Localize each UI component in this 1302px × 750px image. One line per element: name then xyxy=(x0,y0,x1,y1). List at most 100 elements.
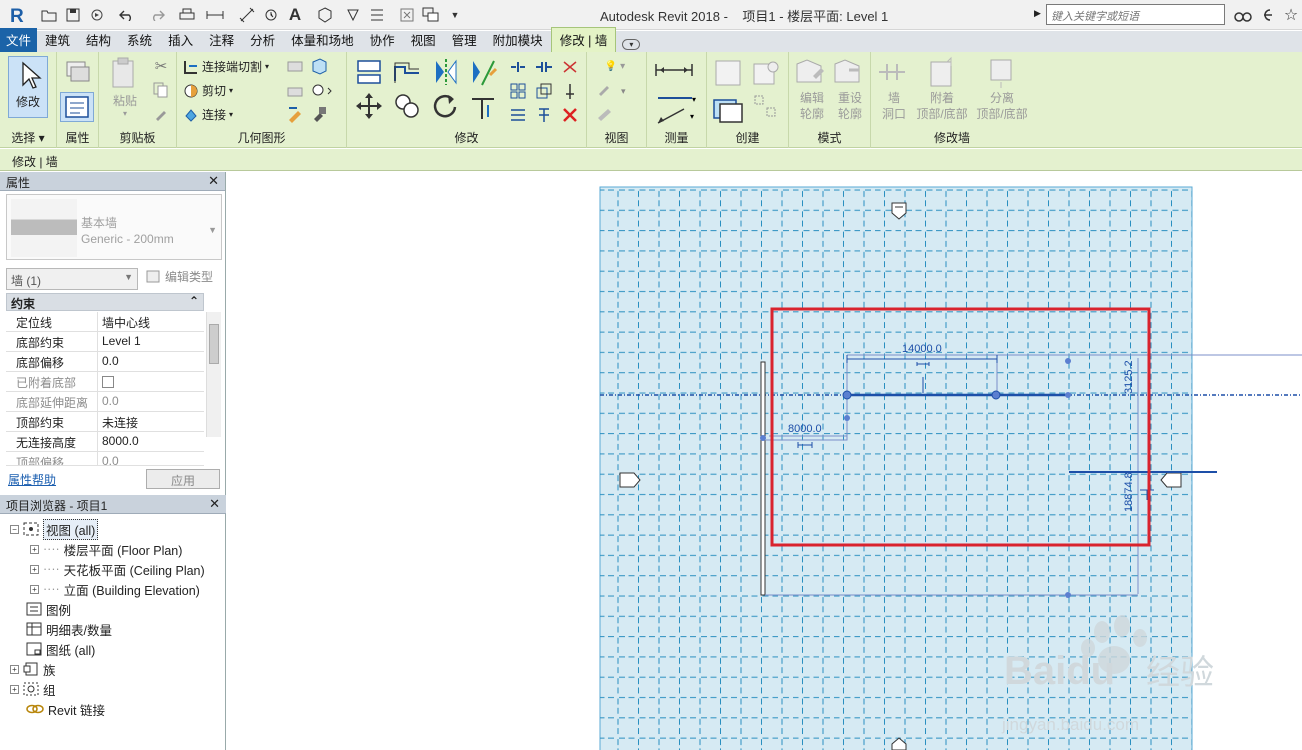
cut-icon[interactable]: ✂ xyxy=(151,56,171,76)
measure-icon[interactable] xyxy=(204,4,226,26)
subscription-icon[interactable] xyxy=(1256,4,1278,26)
type-selector[interactable]: 基本墙 Generic - 200mm ▼ xyxy=(6,194,222,260)
hide-element-icon[interactable]: 💡 ▾ xyxy=(593,56,637,76)
create-group-icon[interactable] xyxy=(751,92,781,122)
linework-icon[interactable] xyxy=(593,104,617,124)
delete-icon[interactable] xyxy=(559,104,581,126)
properties-close-icon[interactable]: ✕ xyxy=(208,173,219,189)
tab-analyze[interactable]: 分析 xyxy=(242,28,283,52)
tree-schedules[interactable]: 明细表/数量 xyxy=(26,619,112,639)
modify-button[interactable]: 修改 xyxy=(8,56,48,118)
join-geometry-button[interactable]: 连接 ▾ xyxy=(183,106,233,123)
wall-end-grip[interactable] xyxy=(842,390,852,400)
dimension-grip[interactable] xyxy=(1065,358,1071,364)
expand-toggle-icon[interactable]: + xyxy=(30,564,39,574)
tree-families[interactable]: + 族 xyxy=(10,659,56,679)
dim-right-top-label[interactable]: 3125.2 xyxy=(1123,360,1135,394)
unpin-icon[interactable] xyxy=(559,56,581,78)
property-row[interactable]: 定位线 墙中心线 xyxy=(6,312,204,332)
demolish-icon[interactable] xyxy=(285,80,305,100)
trim-extend-icon[interactable] xyxy=(467,90,499,122)
tree-elevation[interactable]: + ···· 立面 (Building Elevation) xyxy=(30,579,200,599)
edit-profile-button[interactable]: 编辑 轮廓 xyxy=(793,56,831,122)
paint-icon[interactable] xyxy=(285,104,305,124)
tab-insert[interactable]: 插入 xyxy=(160,28,201,52)
qat-dropdown-icon[interactable]: ▼ xyxy=(444,4,466,26)
properties-scrollbar[interactable] xyxy=(206,312,221,437)
dimension-grip[interactable] xyxy=(1065,592,1071,598)
tab-annotate[interactable]: 注释 xyxy=(201,28,242,52)
tab-structure[interactable]: 结构 xyxy=(78,28,119,52)
property-row[interactable]: 底部偏移 0.0 xyxy=(6,352,204,372)
beam-column-icon[interactable] xyxy=(309,80,337,100)
trim-single-icon[interactable] xyxy=(533,104,555,126)
split-face-icon[interactable] xyxy=(309,56,329,76)
text-icon[interactable]: A xyxy=(284,4,306,26)
match-properties-icon[interactable] xyxy=(151,104,171,124)
create-parts-icon[interactable] xyxy=(711,56,745,90)
mirror-axis-icon[interactable] xyxy=(429,56,461,88)
rotate-icon[interactable] xyxy=(429,90,461,122)
tab-view[interactable]: 视图 xyxy=(403,28,444,52)
properties-icon[interactable] xyxy=(60,92,94,122)
cut-geometry-button[interactable]: 剪切 ▾ xyxy=(183,82,233,99)
drawing-area[interactable]: 14000.0 8000.0 3125.2 18874.8 xyxy=(229,172,1302,750)
print-icon[interactable] xyxy=(176,4,198,26)
type-properties-icon[interactable] xyxy=(61,58,93,88)
properties-help-link[interactable]: 属性帮助 xyxy=(8,471,56,488)
section-icon[interactable] xyxy=(342,4,364,26)
tree-revit-links[interactable]: Revit 链接 xyxy=(26,699,105,719)
tab-manage[interactable]: 管理 xyxy=(444,28,485,52)
tag-icon[interactable] xyxy=(260,4,282,26)
override-graphics-icon[interactable]: ▾ xyxy=(593,80,637,100)
offset-icon[interactable] xyxy=(391,56,423,88)
dim-width-label[interactable]: 14000.0 xyxy=(902,343,942,355)
redo-icon[interactable] xyxy=(146,4,168,26)
close-hidden-icon[interactable] xyxy=(396,4,418,26)
dimension-grip[interactable] xyxy=(844,415,850,421)
browser-close-icon[interactable]: ✕ xyxy=(209,496,220,512)
property-row[interactable]: 顶部偏移 0.0 xyxy=(6,452,204,466)
tree-sheets[interactable]: 图纸 (all) xyxy=(26,639,95,659)
ribbon-minimize-toggle[interactable]: ▾ xyxy=(616,34,646,52)
type-dropdown-icon[interactable]: ▼ xyxy=(208,225,217,235)
split-gap-icon[interactable] xyxy=(533,56,555,78)
instance-filter[interactable]: 墙 (1) ▼ xyxy=(6,268,138,290)
revit-logo-icon[interactable]: R xyxy=(6,4,28,26)
apply-button[interactable]: 应用 xyxy=(146,469,220,489)
tree-views[interactable]: − 视图 (all) xyxy=(10,518,99,540)
expand-toggle-icon[interactable]: + xyxy=(30,584,39,594)
expand-toggle-icon[interactable]: + xyxy=(10,664,19,674)
tree-groups[interactable]: + 组 xyxy=(10,679,56,699)
scroll-thumb[interactable] xyxy=(209,324,219,364)
property-row[interactable]: 已附着底部 xyxy=(6,372,204,392)
tab-addins[interactable]: 附加模块 xyxy=(485,28,551,52)
tree-ceiling-plan[interactable]: + ···· 天花板平面 (Ceiling Plan) xyxy=(30,559,205,579)
tab-modify-wall[interactable]: 修改 | 墙 xyxy=(550,27,617,52)
cope-button[interactable]: 连接端切割 ▾ xyxy=(183,58,269,75)
tab-collaborate[interactable]: 协作 xyxy=(362,28,403,52)
dim-left-label[interactable]: 8000.0 xyxy=(788,423,822,435)
tab-systems[interactable]: 系统 xyxy=(119,28,160,52)
floor-plan-view[interactable]: 14000.0 8000.0 3125.2 18874.8 xyxy=(229,172,1302,750)
search-input[interactable]: 键入关键字或短语 xyxy=(1046,4,1225,25)
property-row[interactable]: 无连接高度 8000.0 xyxy=(6,432,204,452)
remove-paint-icon[interactable] xyxy=(309,104,329,124)
dimension-icon[interactable]: ▾ xyxy=(653,104,699,128)
thin-lines-icon[interactable] xyxy=(366,4,388,26)
collapse-toggle-icon[interactable]: − xyxy=(10,524,19,534)
collapse-icon[interactable]: ⌃ xyxy=(189,294,199,308)
open-icon[interactable] xyxy=(38,4,60,26)
dimension-grip[interactable] xyxy=(760,435,766,441)
array-icon[interactable] xyxy=(507,80,529,102)
binoculars-icon[interactable] xyxy=(1232,4,1254,26)
move-icon[interactable] xyxy=(353,90,385,122)
pin-icon[interactable] xyxy=(559,80,581,102)
favorites-star-icon[interactable]: ☆ xyxy=(1280,4,1302,26)
tab-file[interactable]: 文件 xyxy=(0,28,38,52)
property-row[interactable]: 底部约束 Level 1 xyxy=(6,332,204,352)
panel-select-label[interactable]: 选择 ▾ xyxy=(0,129,56,146)
mirror-draw-icon[interactable] xyxy=(467,56,499,88)
measure-between-icon[interactable] xyxy=(653,58,699,82)
3d-view-icon[interactable] xyxy=(314,4,336,26)
